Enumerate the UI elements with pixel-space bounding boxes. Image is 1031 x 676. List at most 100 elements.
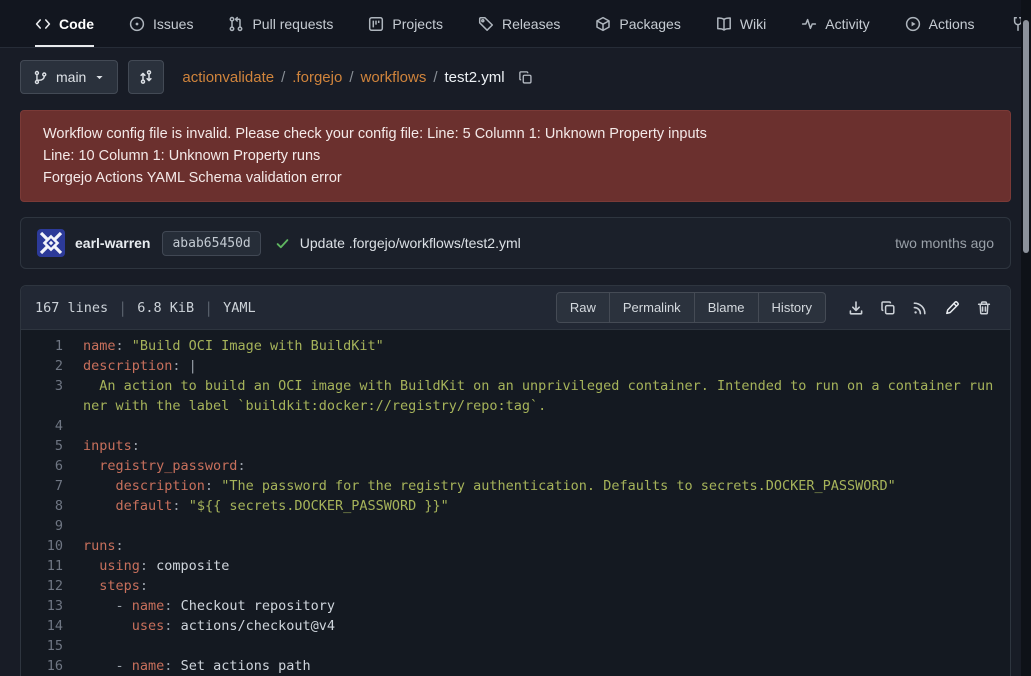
code-line: 5inputs: xyxy=(21,436,1010,456)
code-line: 11 using: composite xyxy=(21,556,1010,576)
file-path-bar: main actionvalidate / .forgejo / workflo… xyxy=(0,48,1031,108)
tab-activity[interactable]: Activity xyxy=(801,0,869,47)
error-line: Workflow config file is invalid. Please … xyxy=(43,123,988,145)
code-text: default: "${{ secrets.DOCKER_PASSWORD }}… xyxy=(83,496,1010,516)
code-line: 4 xyxy=(21,416,1010,436)
scrollbar-thumb[interactable] xyxy=(1023,20,1029,253)
tab-label: Releases xyxy=(502,16,560,32)
scrollbar-track[interactable] xyxy=(1021,0,1031,676)
code-text: An action to build an OCI image with Bui… xyxy=(83,376,1010,416)
line-number[interactable]: 14 xyxy=(21,616,83,636)
line-number[interactable]: 3 xyxy=(21,376,83,416)
file-meta: 167 lines | 6.8 KiB | YAML xyxy=(35,299,256,317)
error-line: Line: 10 Column 1: Unknown Property runs xyxy=(43,145,988,167)
code-line: 3 An action to build an OCI image with B… xyxy=(21,376,1010,416)
code-text: description: "The password for the regis… xyxy=(83,476,1010,496)
permalink-button[interactable]: Permalink xyxy=(610,292,695,323)
line-number[interactable]: 5 xyxy=(21,436,83,456)
code-icon xyxy=(35,16,51,32)
chevron-down-icon xyxy=(94,72,105,83)
breadcrumb-separator: / xyxy=(349,69,353,86)
file-line-count: 167 lines xyxy=(35,300,108,316)
code-line: 16 - name: Set actions path xyxy=(21,656,1010,676)
trash-icon[interactable] xyxy=(968,294,1000,322)
breadcrumb: actionvalidate / .forgejo / workflows / … xyxy=(182,69,532,86)
copy-path-icon[interactable] xyxy=(518,70,533,85)
code-text: - name: Checkout repository xyxy=(83,596,1010,616)
line-number[interactable]: 10 xyxy=(21,536,83,556)
code-text: description: | xyxy=(83,356,1010,376)
code-line: 8 default: "${{ secrets.DOCKER_PASSWORD … xyxy=(21,496,1010,516)
line-number[interactable]: 16 xyxy=(21,656,83,676)
breadcrumb-repo-link[interactable]: actionvalidate xyxy=(182,69,274,86)
code-text: name: "Build OCI Image with BuildKit" xyxy=(83,336,1010,356)
tab-packages[interactable]: Packages xyxy=(595,0,680,47)
package-icon xyxy=(595,16,611,32)
code-view: 1name: "Build OCI Image with BuildKit"2d… xyxy=(21,330,1010,676)
raw-button[interactable]: Raw xyxy=(556,292,610,323)
commit-author[interactable]: earl-warren xyxy=(75,235,150,251)
breadcrumb-dir-link[interactable]: workflows xyxy=(360,69,426,86)
line-number[interactable]: 12 xyxy=(21,576,83,596)
compare-button[interactable] xyxy=(128,60,164,94)
tab-pull-requests[interactable]: Pull requests xyxy=(228,0,333,47)
tab-label: Pull requests xyxy=(252,16,333,32)
copy-icon[interactable] xyxy=(872,294,904,322)
blame-button[interactable]: Blame xyxy=(695,292,759,323)
breadcrumb-current-file: test2.yml xyxy=(445,69,505,86)
line-number[interactable]: 13 xyxy=(21,596,83,616)
code-text: uses: actions/checkout@v4 xyxy=(83,616,1010,636)
line-number[interactable]: 2 xyxy=(21,356,83,376)
breadcrumb-separator: / xyxy=(281,69,285,86)
line-number[interactable]: 9 xyxy=(21,516,83,536)
branch-selector[interactable]: main xyxy=(20,60,118,94)
commit-time: two months ago xyxy=(895,235,994,251)
code-text: registry_password: xyxy=(83,456,1010,476)
line-number[interactable]: 8 xyxy=(21,496,83,516)
tab-releases[interactable]: Releases xyxy=(478,0,560,47)
latest-commit-box: earl-warren abab65450d Update .forgejo/w… xyxy=(20,217,1011,269)
tab-wiki[interactable]: Wiki xyxy=(716,0,766,47)
rss-icon[interactable] xyxy=(904,294,936,322)
code-line: 13 - name: Checkout repository xyxy=(21,596,1010,616)
line-number[interactable]: 15 xyxy=(21,636,83,656)
avatar[interactable] xyxy=(37,229,65,257)
breadcrumb-separator: / xyxy=(433,69,437,86)
commit-message[interactable]: Update .forgejo/workflows/test2.yml xyxy=(300,235,521,251)
commit-hash-badge[interactable]: abab65450d xyxy=(162,231,260,256)
file-actions: Raw Permalink Blame History xyxy=(556,292,1000,323)
code-text xyxy=(83,416,1010,436)
tab-label: Activity xyxy=(825,16,869,32)
line-number[interactable]: 4 xyxy=(21,416,83,436)
line-number[interactable]: 11 xyxy=(21,556,83,576)
tab-label: Projects xyxy=(392,16,443,32)
check-icon[interactable] xyxy=(275,236,290,251)
tab-projects[interactable]: Projects xyxy=(368,0,443,47)
line-number[interactable]: 7 xyxy=(21,476,83,496)
branch-name: main xyxy=(56,69,86,85)
line-number[interactable]: 6 xyxy=(21,456,83,476)
projects-icon xyxy=(368,16,384,32)
pull-request-icon xyxy=(228,16,244,32)
workflow-error-banner: Workflow config file is invalid. Please … xyxy=(20,110,1011,202)
code-line: 1name: "Build OCI Image with BuildKit" xyxy=(21,336,1010,356)
pencil-icon[interactable] xyxy=(936,294,968,322)
file-size: 6.8 KiB xyxy=(137,300,194,316)
code-text: using: composite xyxy=(83,556,1010,576)
code-lines: 1name: "Build OCI Image with BuildKit"2d… xyxy=(21,336,1010,676)
code-line: 6 registry_password: xyxy=(21,456,1010,476)
history-button[interactable]: History xyxy=(759,292,826,323)
tab-issues[interactable]: Issues xyxy=(129,0,193,47)
play-circle-icon xyxy=(905,16,921,32)
download-icon[interactable] xyxy=(840,294,872,322)
code-line: 9 xyxy=(21,516,1010,536)
tab-code[interactable]: Code xyxy=(35,0,94,47)
breadcrumb-dir-link[interactable]: .forgejo xyxy=(292,69,342,86)
tag-icon xyxy=(478,16,494,32)
line-number[interactable]: 1 xyxy=(21,336,83,356)
file-view: 167 lines | 6.8 KiB | YAML Raw Permalink… xyxy=(20,285,1011,676)
code-text: steps: xyxy=(83,576,1010,596)
branch-icon xyxy=(33,70,48,85)
tab-label: Packages xyxy=(619,16,680,32)
tab-actions[interactable]: Actions xyxy=(905,0,975,47)
